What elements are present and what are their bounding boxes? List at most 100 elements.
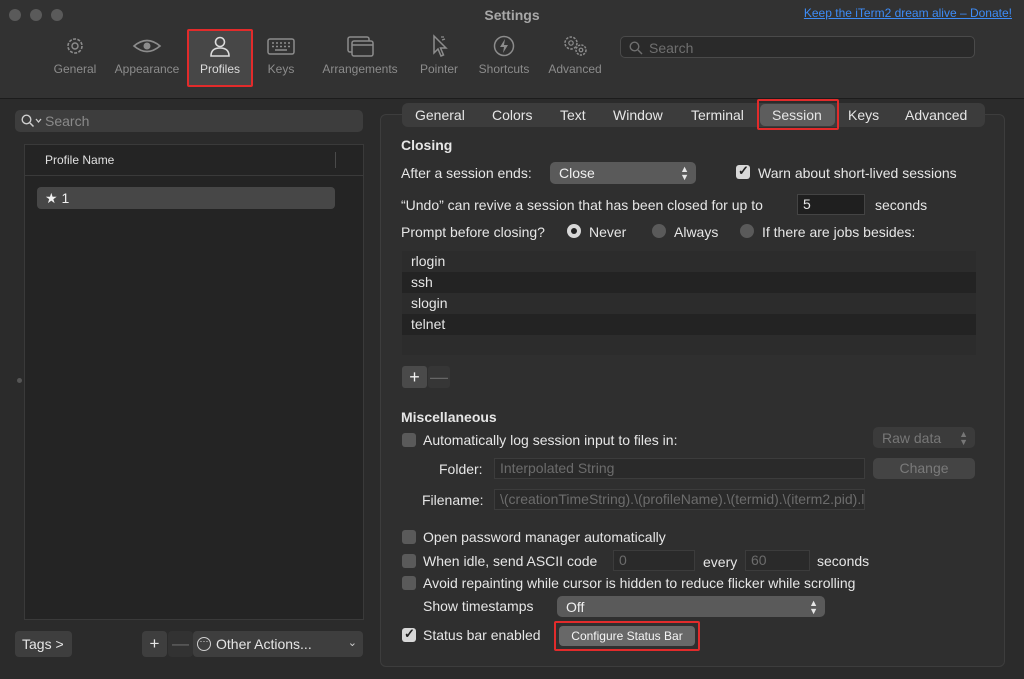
- misc-heading: Miscellaneous: [401, 409, 497, 425]
- avoid-repaint-label: Avoid repainting while cursor is hidden …: [423, 575, 856, 591]
- tab-text[interactable]: Text: [560, 107, 586, 123]
- log-format-popup[interactable]: Raw data ▲ ▼: [873, 427, 975, 448]
- add-profile-button[interactable]: +: [142, 631, 167, 657]
- remove-profile-button[interactable]: —: [168, 631, 193, 657]
- profile-search-placeholder: Search: [45, 113, 90, 129]
- toolbar-shortcuts[interactable]: Shortcuts: [474, 34, 534, 82]
- list-item-empty: [402, 335, 976, 355]
- toolbar-appearance[interactable]: Appearance: [112, 34, 182, 82]
- windows-icon: [318, 34, 402, 58]
- toolbar-advanced[interactable]: Advanced: [545, 34, 605, 82]
- idle-every-label: every: [703, 554, 738, 570]
- list-item[interactable]: telnet: [402, 314, 976, 335]
- add-job-button[interactable]: +: [402, 366, 427, 388]
- idle-ascii-label: When idle, send ASCII code: [423, 553, 598, 569]
- person-icon: [193, 34, 247, 58]
- title-bar: Settings Keep the iTerm2 dream alive – D…: [0, 0, 1024, 99]
- idle-seconds-field[interactable]: 60: [745, 550, 810, 571]
- idle-seconds-unit: seconds: [817, 553, 870, 569]
- avoid-repaint-checkbox[interactable]: [402, 576, 416, 590]
- list-item[interactable]: slogin: [402, 293, 976, 314]
- filename-field[interactable]: \(creationTimeString).\(profileName).\(t…: [494, 489, 865, 510]
- timestamps-label: Show timestamps: [423, 598, 534, 614]
- toolbar-keys[interactable]: Keys: [262, 34, 300, 82]
- toolbar-arrangements[interactable]: Arrangements: [318, 34, 402, 82]
- search-icon: [629, 41, 643, 55]
- tab-general[interactable]: General: [415, 107, 465, 123]
- status-bar-label: Status bar enabled: [423, 627, 541, 643]
- prompt-jobs-label: If there are jobs besides:: [762, 224, 916, 240]
- folder-label: Folder:: [439, 461, 483, 477]
- tab-colors[interactable]: Colors: [492, 107, 532, 123]
- warn-short-lived-label: Warn about short-lived sessions: [758, 165, 957, 181]
- configure-status-bar-button[interactable]: Configure Status Bar: [559, 626, 695, 646]
- prompt-always-radio[interactable]: [652, 224, 666, 238]
- undo-seconds-field[interactable]: 5: [797, 194, 865, 215]
- tab-terminal[interactable]: Terminal: [691, 107, 744, 123]
- filename-label: Filename:: [422, 492, 484, 508]
- toolbar-pointer[interactable]: Pointer: [416, 34, 462, 82]
- keyboard-icon: [262, 34, 300, 58]
- list-item[interactable]: rlogin: [402, 251, 976, 272]
- settings-search-field[interactable]: Search: [620, 36, 975, 58]
- idle-ascii-checkbox[interactable]: [402, 554, 416, 568]
- prompt-label: Prompt before closing?: [401, 224, 545, 240]
- after-session-label: After a session ends:: [401, 165, 532, 181]
- undo-label: “Undo” can revive a session that has bee…: [401, 197, 763, 213]
- prompt-always-label: Always: [674, 224, 719, 240]
- prompt-never-radio[interactable]: [567, 224, 581, 238]
- after-session-popup[interactable]: Close ▲ ▼: [550, 162, 696, 184]
- updown-chevron-icon: ▲ ▼: [680, 164, 689, 182]
- after-session-value: Close: [559, 165, 595, 181]
- closing-heading: Closing: [401, 137, 453, 153]
- gear-icon: [50, 34, 100, 58]
- tab-keys[interactable]: Keys: [848, 107, 879, 123]
- profile-list-header[interactable]: Profile Name: [25, 145, 363, 176]
- more-icon: ···: [197, 637, 211, 651]
- lightning-icon: [474, 34, 534, 58]
- list-item[interactable]: ssh: [402, 272, 976, 293]
- toolbar-profiles[interactable]: Profiles: [193, 34, 247, 82]
- profile-row[interactable]: ★ 1: [37, 187, 335, 209]
- tags-button[interactable]: Tags >: [15, 631, 72, 657]
- password-manager-checkbox[interactable]: [402, 530, 416, 544]
- updown-chevron-icon: ▲ ▼: [809, 598, 818, 616]
- split-drag-handle[interactable]: [17, 378, 22, 383]
- folder-field[interactable]: Interpolated String: [494, 458, 865, 479]
- status-bar-checkbox[interactable]: [402, 626, 416, 642]
- settings-window: Settings Keep the iTerm2 dream alive – D…: [0, 0, 1024, 679]
- updown-chevron-icon: ▲ ▼: [959, 429, 968, 447]
- prompt-never-label: Never: [589, 224, 627, 240]
- settings-search-placeholder: Search: [649, 40, 694, 56]
- timestamps-popup[interactable]: Off ▲ ▼: [557, 596, 825, 617]
- tab-session[interactable]: Session: [772, 107, 822, 123]
- jobs-list[interactable]: rlogin ssh slogin telnet: [402, 251, 976, 355]
- change-folder-button[interactable]: Change: [873, 458, 975, 479]
- search-icon: [21, 114, 42, 128]
- profile-name-column-header: Profile Name: [45, 153, 115, 167]
- donate-link[interactable]: Keep the iTerm2 dream alive – Donate!: [804, 6, 1012, 20]
- remove-job-button[interactable]: —: [428, 366, 450, 388]
- gears-icon: [545, 34, 605, 58]
- undo-unit-label: seconds: [875, 197, 928, 213]
- tab-window[interactable]: Window: [613, 107, 663, 123]
- profile-search-field[interactable]: Search: [15, 110, 363, 132]
- prompt-jobs-radio[interactable]: [740, 224, 754, 238]
- profile-row-label: ★ 1: [45, 190, 70, 206]
- auto-log-label: Automatically log session input to files…: [423, 432, 678, 448]
- profile-list[interactable]: Profile Name ★ 1: [24, 144, 364, 620]
- chevron-down-icon: ⌄: [347, 637, 357, 649]
- pointer-icon: [416, 34, 462, 58]
- eye-icon: [112, 34, 182, 58]
- tab-advanced[interactable]: Advanced: [905, 107, 967, 123]
- warn-short-lived-checkbox[interactable]: [736, 163, 750, 179]
- log-format-value: Raw data: [882, 430, 942, 446]
- other-actions-label: Other Actions...: [216, 636, 312, 652]
- timestamps-value: Off: [566, 599, 585, 615]
- idle-code-field[interactable]: 0: [613, 550, 695, 571]
- other-actions-button[interactable]: ··· Other Actions... ⌄: [193, 631, 363, 657]
- password-manager-label: Open password manager automatically: [423, 529, 666, 545]
- column-divider: [335, 152, 336, 168]
- toolbar-general[interactable]: General: [50, 34, 100, 82]
- auto-log-checkbox[interactable]: [402, 433, 416, 447]
